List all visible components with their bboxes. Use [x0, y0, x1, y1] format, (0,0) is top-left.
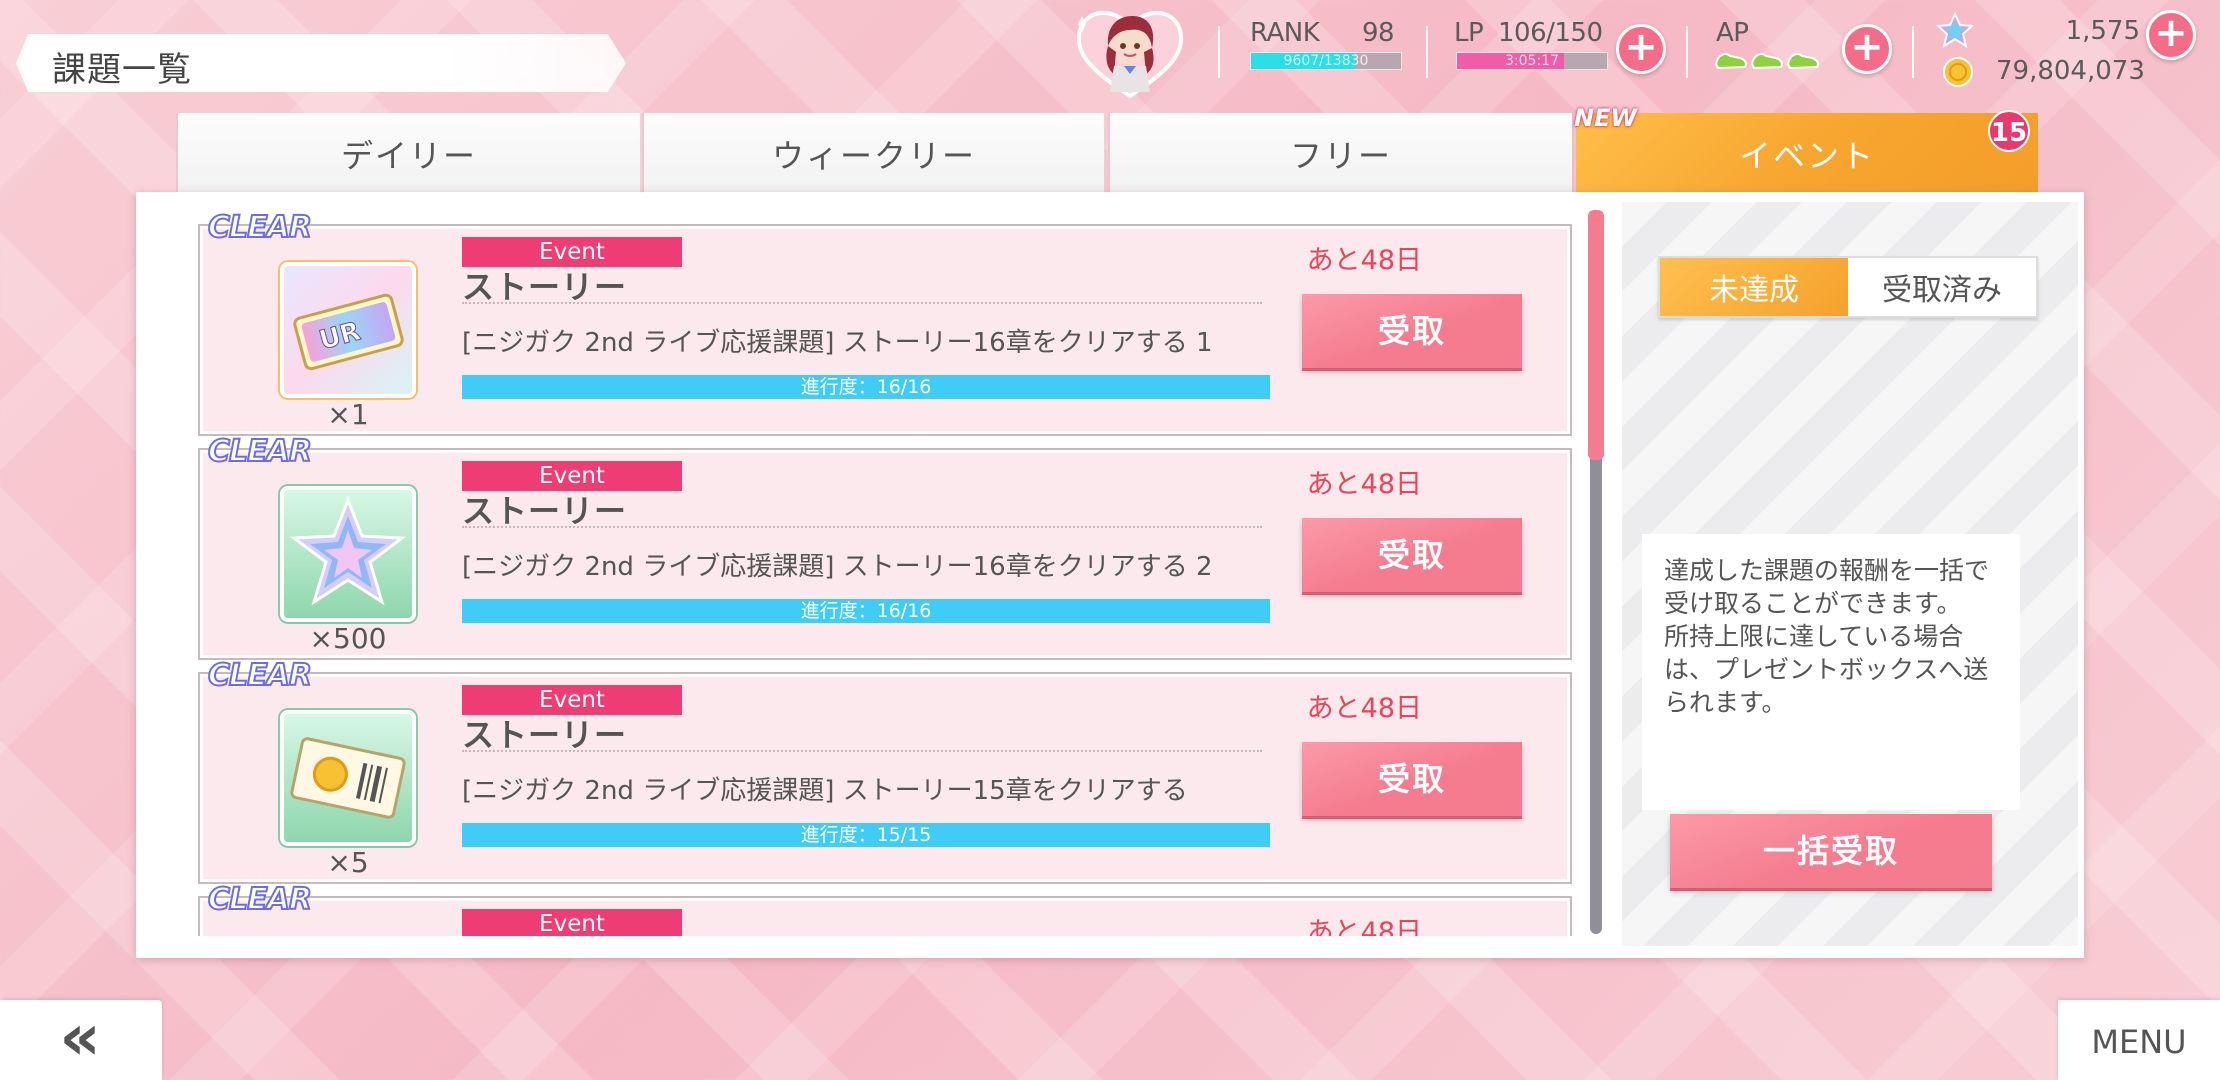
gold-count: 79,804,073: [1996, 56, 2145, 86]
filter-unachieved[interactable]: 未達成: [1660, 258, 1848, 316]
remaining-days: あと48日: [1306, 693, 1422, 724]
menu-button[interactable]: MENU: [2058, 1000, 2220, 1080]
star-gem-currency-icon: [1936, 12, 1974, 48]
header-divider: [1912, 26, 1914, 78]
divider: [462, 302, 1262, 304]
divider: [462, 526, 1262, 528]
lp-label: LP: [1454, 18, 1484, 48]
claim-button[interactable]: 受取: [1302, 294, 1522, 368]
star-gem-icon: [289, 495, 407, 606]
status-filter-toggle[interactable]: 未達成 受取済み: [1658, 256, 2038, 318]
player-avatar[interactable]: [1070, 4, 1190, 104]
rank-label: RANK: [1250, 18, 1320, 48]
lp-plus-button[interactable]: +: [1616, 24, 1666, 74]
back-icon: «: [59, 1001, 101, 1075]
header-divider: [1686, 26, 1688, 78]
clear-label: CLEAR: [207, 657, 313, 694]
ap-label: AP: [1716, 18, 1749, 48]
ap-shoe-icon: [1786, 53, 1819, 70]
tab-event-label: イベント: [1738, 137, 1875, 175]
clear-label: CLEAR: [207, 881, 313, 918]
bulk-claim-info: 達成した課題の報酬を一括で受け取ることができます。 所持上限に達している場合は、…: [1642, 534, 2020, 810]
star-gem-plus-button[interactable]: +: [2146, 10, 2196, 60]
tab-weekly[interactable]: ウィークリー: [642, 113, 1104, 195]
reward-quantity: ×500: [309, 622, 387, 655]
event-tab-badge: 15: [1988, 110, 2030, 152]
ap-plus-button[interactable]: +: [1842, 24, 1892, 74]
gold-coin-icon: [1943, 57, 1973, 87]
header-divider: [1218, 26, 1220, 78]
progress-bar: 進行度：16/16: [462, 375, 1270, 399]
remaining-days: あと48日: [1306, 917, 1422, 936]
screen-title: 課題一覧: [52, 50, 192, 90]
star-gem-count: 1,575: [2065, 16, 2140, 46]
ap-shoe-icon: [1750, 53, 1783, 70]
header-divider: [1426, 26, 1428, 78]
lp-value: 106/150: [1498, 18, 1603, 48]
scrollbar-thumb[interactable]: [1588, 210, 1604, 460]
filter-received[interactable]: 受取済み: [1848, 258, 2036, 316]
tab-daily-label: デイリー: [340, 137, 477, 175]
lp-timer: 3:05:17: [1505, 53, 1559, 69]
exp-bar: 9607/13830: [1250, 52, 1402, 70]
back-button[interactable]: «: [0, 1000, 162, 1080]
tab-daily[interactable]: デイリー: [176, 113, 640, 195]
clear-label: CLEAR: [207, 433, 313, 470]
ap-shoes: [1714, 48, 1820, 70]
exp-bar-text: 9607/13830: [1283, 53, 1369, 69]
tab-free-label: フリー: [1289, 137, 1392, 175]
task-list[interactable]: CLEAR UR ×1 Event ストーリー [ニジガク 2nd ライブ応援課…: [148, 200, 1598, 936]
progress-bar: 進行度：16/16: [462, 599, 1270, 623]
ur-ticket-icon[interactable]: UR: [280, 262, 416, 398]
reward-quantity: ×1: [327, 398, 369, 431]
reward-quantity: ×5: [327, 846, 369, 879]
rank-value: 98: [1362, 18, 1395, 48]
tab-event[interactable]: イベント: [1574, 113, 2038, 195]
star-gem-icon[interactable]: [280, 486, 416, 622]
gold-ticket-icon[interactable]: [280, 710, 416, 846]
tab-weekly-label: ウィークリー: [771, 137, 976, 175]
ur-ticket-icon: UR: [293, 293, 404, 371]
task-description: [ニジガク 2nd ライブ応援課題] ストーリー16章をクリアする 1: [462, 328, 1213, 358]
bulk-claim-button[interactable]: 一括受取: [1670, 814, 1992, 888]
clear-label: CLEAR: [207, 209, 313, 246]
task-description: [ニジガク 2nd ライブ応援課題] ストーリー15章をクリアする: [462, 776, 1188, 806]
lp-bar: 3:05:17: [1456, 52, 1608, 70]
avatar-heart-icon: [1076, 10, 1184, 99]
new-label: NEW: [1574, 104, 1637, 132]
claim-button[interactable]: 受取: [1302, 742, 1522, 816]
gold-ticket-icon: [290, 737, 406, 819]
divider: [462, 750, 1262, 752]
event-tag: Event: [462, 909, 682, 936]
claim-button[interactable]: 受取: [1302, 518, 1522, 592]
ap-shoe-icon: [1714, 53, 1747, 70]
task-description: [ニジガク 2nd ライブ応援課題] ストーリー16章をクリアする 2: [462, 552, 1213, 582]
remaining-days: あと48日: [1306, 469, 1422, 500]
progress-bar: 進行度：15/15: [462, 823, 1270, 847]
tab-free[interactable]: フリー: [1108, 113, 1572, 195]
remaining-days: あと48日: [1306, 245, 1422, 276]
